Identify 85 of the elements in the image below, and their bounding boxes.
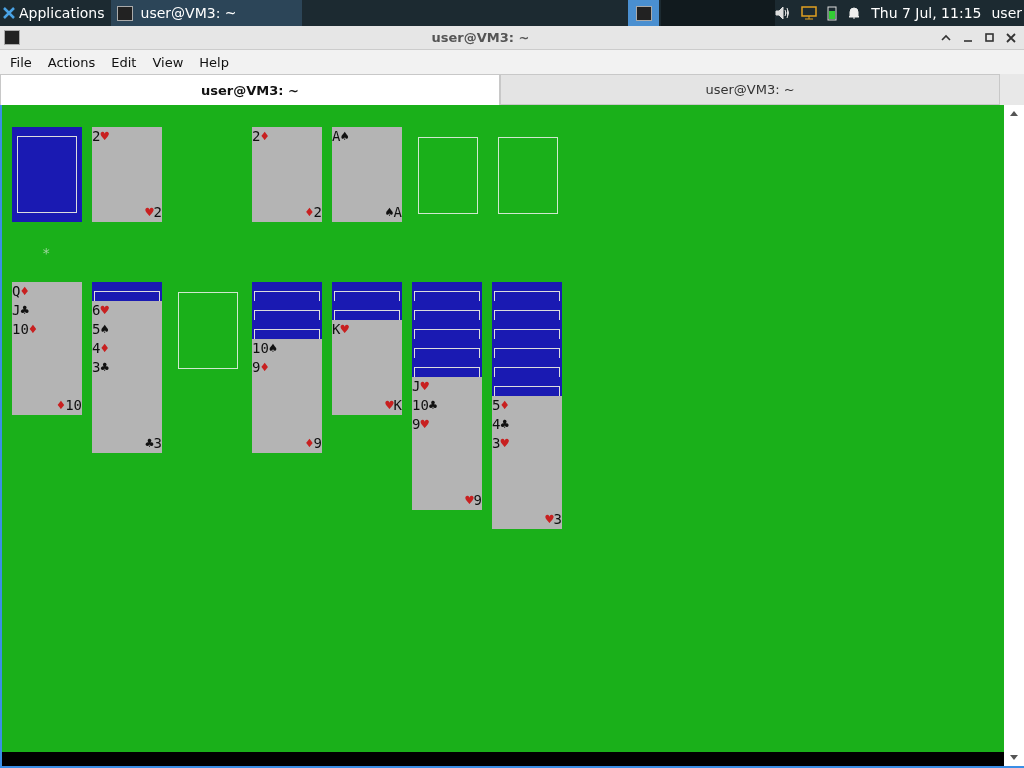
applications-menu[interactable]: Applications xyxy=(0,0,111,26)
clock[interactable]: Thu 7 Jul, 11:15 xyxy=(871,5,982,21)
playing-card[interactable]: 4♦ xyxy=(92,339,162,358)
card-rank: 10♠ xyxy=(252,339,278,358)
playing-card[interactable]: K♥ ♥K xyxy=(332,320,402,415)
terminal-icon xyxy=(635,5,652,21)
menu-item[interactable]: Actions xyxy=(39,54,104,70)
taskbar-button[interactable]: user@VM3: ~ xyxy=(110,0,303,26)
card-rank: 3♣ xyxy=(92,358,109,377)
card-rank: ♦2 xyxy=(305,203,322,222)
card-stock[interactable] xyxy=(12,127,82,222)
card-rank: ♠A xyxy=(385,203,402,222)
card-rank: 10♦ xyxy=(12,320,38,339)
terminal-icon xyxy=(116,5,133,21)
playing-card[interactable]: 2♥ ♥2 xyxy=(92,127,162,222)
menu-item[interactable]: View xyxy=(144,54,192,70)
playing-card[interactable]: 6♥ xyxy=(92,301,162,320)
card-rank: 4♣ xyxy=(492,415,509,434)
card-rank: ♥2 xyxy=(145,203,162,222)
face-down-card[interactable] xyxy=(92,282,162,301)
card-rank: 5♦ xyxy=(492,396,509,415)
card-rank: 9♥ xyxy=(412,415,429,434)
face-down-card[interactable] xyxy=(412,358,482,377)
playing-card[interactable]: 5♦ xyxy=(492,396,562,415)
tab[interactable]: user@VM3: ~ xyxy=(0,74,500,105)
card-rank: K♥ xyxy=(332,320,349,339)
card-rank: ♦10 xyxy=(56,396,82,415)
scroll-up-icon[interactable] xyxy=(1009,109,1019,117)
menu-item[interactable]: Help xyxy=(191,54,237,70)
playing-card[interactable]: 3♣ ♣3 xyxy=(92,358,162,453)
card-rank: 9♦ xyxy=(252,358,269,377)
shade-button[interactable] xyxy=(941,33,951,42)
volume-icon[interactable] xyxy=(775,6,792,20)
terminal-icon xyxy=(4,30,20,45)
card-rank: Q♦ xyxy=(12,282,29,301)
playing-card[interactable]: 3♥ ♥3 xyxy=(492,434,562,529)
face-down-card[interactable] xyxy=(332,301,402,320)
playing-card[interactable]: 10♣ xyxy=(412,396,482,415)
card-rank: ♦9 xyxy=(305,434,322,453)
playing-card[interactable]: 2♦ ♦2 xyxy=(252,127,322,222)
bell-icon[interactable] xyxy=(847,6,862,20)
card-rank: 2♥ xyxy=(92,127,109,146)
monitor-icon[interactable] xyxy=(801,6,818,20)
card-rank: 6♥ xyxy=(92,301,109,320)
playing-card[interactable]: J♥ xyxy=(412,377,482,396)
face-down-card[interactable] xyxy=(492,377,562,396)
card-rank: J♣ xyxy=(12,301,29,320)
card-rank: ♣3 xyxy=(145,434,162,453)
card-rank: A♠ xyxy=(332,127,349,146)
scroll-down-icon[interactable] xyxy=(1009,754,1019,762)
playing-card[interactable]: J♣ xyxy=(12,301,82,320)
cursor-marker: * xyxy=(42,245,51,261)
scrollbar[interactable] xyxy=(1004,105,1024,766)
playing-card[interactable]: 10♠ xyxy=(252,339,322,358)
tab[interactable]: user@VM3: ~ xyxy=(500,74,1000,105)
card-rank: J♥ xyxy=(412,377,429,396)
face-down-card[interactable] xyxy=(252,282,322,301)
playing-card[interactable]: 10♦ ♦10 xyxy=(12,320,82,415)
maximize-button[interactable] xyxy=(985,33,994,42)
window-title: user@VM3: ~ xyxy=(430,30,531,45)
playing-card[interactable]: 5♠ xyxy=(92,320,162,339)
menu-item[interactable]: Edit xyxy=(103,54,145,70)
card-rank: ♥K xyxy=(385,396,402,415)
workspace-button[interactable] xyxy=(628,0,659,26)
card-rank: 2♦ xyxy=(252,127,269,146)
playing-card[interactable]: 9♦ ♦9 xyxy=(252,358,322,453)
card-rank: 10♣ xyxy=(412,396,438,415)
face-down-card[interactable] xyxy=(412,282,482,301)
menu-item[interactable]: File xyxy=(2,54,40,70)
playing-card[interactable]: A♠ ♠A xyxy=(332,127,402,222)
face-down-card[interactable] xyxy=(492,282,562,301)
playing-card[interactable]: Q♦ xyxy=(12,282,82,301)
user-menu[interactable]: user xyxy=(991,5,1022,21)
face-down-card[interactable] xyxy=(252,320,322,339)
card-rank: 3♥ xyxy=(492,434,509,453)
playing-card[interactable]: 4♣ xyxy=(492,415,562,434)
playing-card[interactable]: 9♥ ♥9 xyxy=(412,415,482,510)
card-rank: ♥9 xyxy=(465,491,482,510)
app-menu-icon xyxy=(3,7,15,19)
card-rank: ♥3 xyxy=(545,510,562,529)
face-down-card[interactable] xyxy=(332,282,402,301)
card-rank: 4♦ xyxy=(92,339,109,358)
battery-icon[interactable] xyxy=(827,5,838,21)
close-button[interactable] xyxy=(1006,32,1016,43)
card-rank: 5♠ xyxy=(92,320,109,339)
